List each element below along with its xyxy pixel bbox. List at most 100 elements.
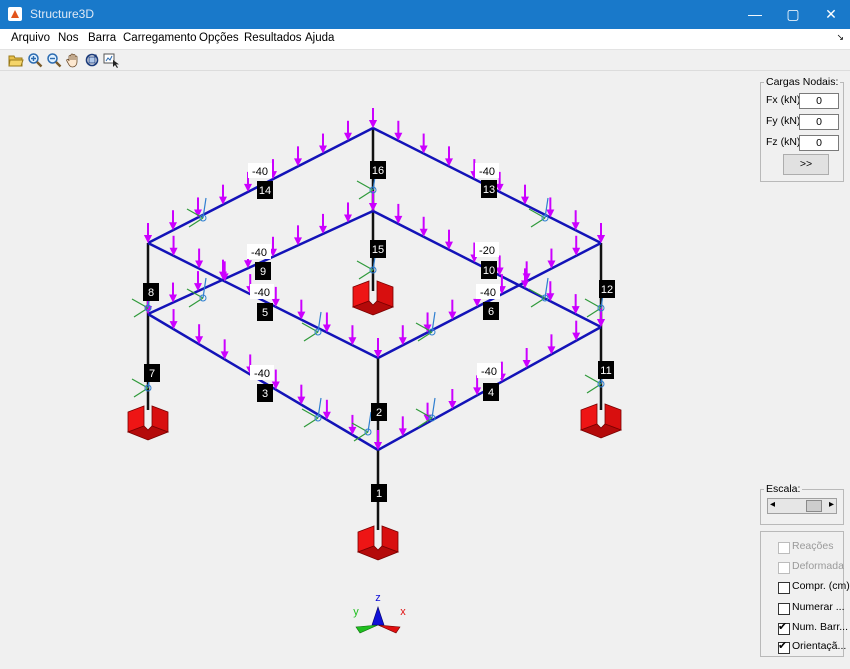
local-axis — [530, 297, 546, 308]
bar-number-text: 5 — [262, 307, 268, 319]
bar-number-text: 14 — [259, 185, 271, 197]
menu-nos[interactable]: Nos — [58, 32, 78, 44]
bar-number-label: 15 — [370, 240, 386, 258]
apply-load-button[interactable]: >> — [783, 154, 829, 175]
bar-number-text: 4 — [488, 387, 494, 399]
close-button[interactable]: ✕ — [812, 0, 850, 29]
beam-line — [147, 312, 379, 452]
option-label-2: Deformada — [792, 560, 844, 572]
maximize-button[interactable]: ▢ — [774, 0, 812, 29]
load-value-label: -40 — [247, 244, 271, 259]
option-label-1: Reações — [792, 540, 834, 552]
fx-label: Fx (kN): — [766, 94, 804, 106]
load-arrow — [169, 210, 177, 231]
slider-left-arrow-icon[interactable]: ◂ — [770, 499, 775, 510]
bar-number-text: 15 — [372, 244, 384, 256]
option-checkbox-5[interactable]: ✔ — [778, 621, 790, 635]
option-checkbox-2 — [778, 562, 790, 574]
load-arrow — [144, 223, 152, 243]
minimize-button[interactable]: — — [736, 0, 774, 29]
local-axis — [133, 307, 149, 318]
load-value-label: -40 — [476, 284, 500, 299]
option-checkbox-6[interactable]: ✔ — [778, 640, 790, 654]
scale-slider[interactable]: ◂ ▸ — [767, 498, 837, 514]
rotate-3d-icon[interactable] — [84, 52, 100, 68]
structure-3d-plot[interactable]: 123 45 6789 10111213141516 -40 -40-40 -20-40-… — [0, 71, 750, 669]
menu-barra[interactable]: Barra — [88, 32, 116, 44]
load-value-label: -40 — [248, 163, 272, 178]
load-arrow — [398, 416, 407, 437]
load-arrow — [319, 133, 327, 154]
bar-number-text: 2 — [376, 407, 382, 419]
load-value-text: -40 — [252, 166, 268, 178]
load-arrow — [319, 213, 327, 234]
load-arrow — [522, 261, 531, 282]
bar-number-text: 9 — [260, 266, 266, 278]
load-value-label: -40 — [250, 284, 274, 299]
load-arrow — [169, 235, 178, 256]
bar-number-label: 10 — [481, 261, 497, 279]
load-arrow — [571, 210, 580, 231]
data-cursor-icon[interactable] — [103, 52, 119, 68]
bar-number-label: 14 — [257, 181, 273, 199]
load-arrow — [572, 235, 581, 256]
option-label-4: Numerar ... — [792, 601, 845, 613]
load-arrow — [294, 225, 302, 246]
local-axis — [188, 297, 204, 308]
zoom-out-icon[interactable] — [46, 52, 62, 68]
bar-number-label: 4 — [483, 383, 499, 401]
menu-opcoes[interactable]: Opções — [199, 32, 239, 44]
z-axis-label: z — [375, 592, 381, 604]
load-arrow — [419, 133, 428, 154]
local-axis — [133, 387, 149, 398]
menu-ajuda[interactable]: Ajuda — [305, 32, 334, 44]
load-value-text: -40 — [251, 247, 267, 259]
load-arrow-head — [369, 203, 377, 211]
load-arrow — [445, 146, 453, 167]
local-axis — [303, 331, 319, 342]
fz-label: Fz (kN): — [766, 136, 804, 148]
zoom-in-icon[interactable] — [27, 52, 43, 68]
load-arrow — [297, 299, 306, 320]
menu-carregamento[interactable]: Carregamento — [123, 32, 197, 44]
fy-label: Fy (kN): — [766, 115, 804, 127]
local-axis — [358, 269, 374, 280]
load-arrow — [547, 334, 556, 355]
option-checkbox-1 — [778, 542, 790, 554]
dock-arrow-icon[interactable]: ↘ — [836, 32, 844, 43]
fy-input[interactable]: 0 — [799, 114, 839, 130]
load-value-text: -20 — [479, 245, 495, 257]
pan-hand-icon[interactable] — [65, 52, 81, 68]
title-bar: Structure3D — ▢ ✕ — [0, 0, 850, 29]
option-label-5: Num. Barr... — [792, 621, 849, 633]
load-arrow — [597, 223, 605, 243]
load-value-text: -40 — [481, 366, 497, 378]
fx-input[interactable]: 0 — [799, 93, 839, 109]
bar-number-text: 12 — [601, 284, 613, 296]
load-arrow — [194, 271, 202, 292]
checkmark-icon: ✔ — [778, 621, 788, 633]
menu-arquivo[interactable]: Arquivo — [11, 32, 50, 44]
open-folder-icon[interactable] — [8, 52, 24, 68]
y-axis-arrow — [355, 624, 379, 634]
load-arrow — [374, 338, 382, 358]
bar-number-text: 10 — [483, 265, 495, 277]
load-arrow — [348, 325, 357, 346]
fz-input[interactable]: 0 — [799, 135, 839, 151]
bar-number-label: 11 — [598, 361, 614, 379]
option-checkbox-3[interactable] — [778, 582, 790, 594]
option-checkbox-4[interactable] — [778, 603, 790, 615]
load-arrow — [448, 299, 457, 320]
slider-thumb[interactable] — [806, 500, 822, 512]
bar-number-label: 16 — [370, 161, 386, 179]
local-axis — [530, 217, 546, 228]
load-value-label: -40 — [250, 365, 274, 380]
local-axes-icon — [415, 397, 436, 428]
load-arrow — [344, 120, 352, 141]
slider-right-arrow-icon[interactable]: ▸ — [829, 499, 834, 510]
menu-resultados[interactable]: Resultados — [244, 32, 302, 44]
load-arrow — [419, 216, 428, 237]
load-arrow — [394, 203, 403, 224]
bar-number-label: 6 — [483, 302, 499, 320]
bar-number-label: 3 — [257, 384, 273, 402]
